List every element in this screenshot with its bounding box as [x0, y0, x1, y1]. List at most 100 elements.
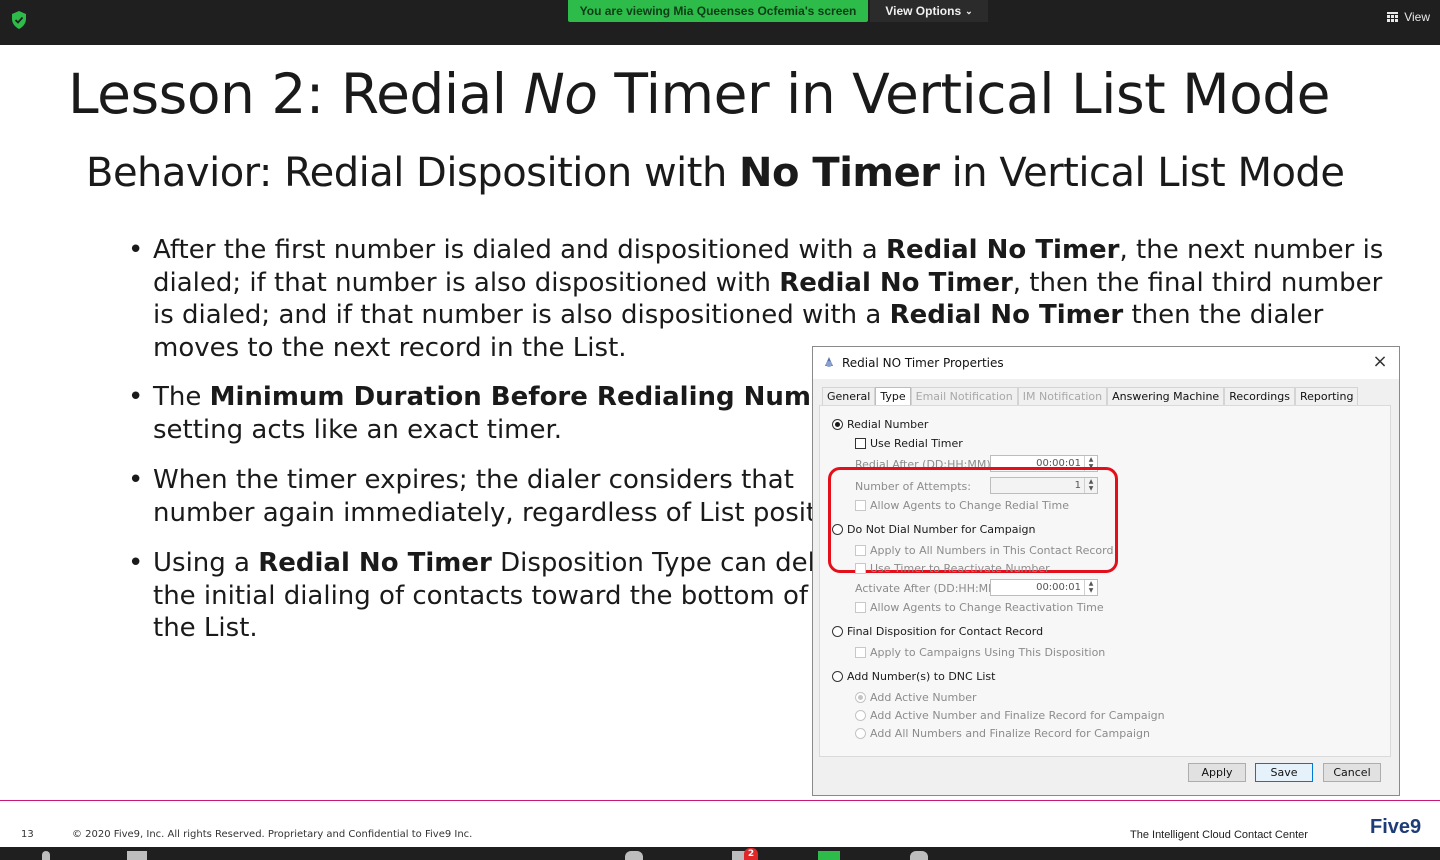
apply-button[interactable]: Apply — [1188, 763, 1246, 782]
radio-final-disposition[interactable] — [832, 626, 843, 637]
slide-subtitle: Behavior: Redial Disposition with No Tim… — [86, 150, 1345, 196]
add-all-finalize-option[interactable]: Add All Numbers and Finalize Record for … — [855, 727, 1150, 740]
view-button[interactable]: View — [1387, 10, 1430, 24]
radio-add-active[interactable] — [855, 692, 866, 703]
redial-number-option[interactable]: Redial Number — [832, 418, 928, 431]
radio-add-active-finalize[interactable] — [855, 710, 866, 721]
close-icon[interactable]: × — [1371, 353, 1389, 371]
page-number: 13 — [21, 829, 34, 840]
subtitle-part-2: in Vertical List Mode — [939, 150, 1345, 196]
use-redial-timer-option[interactable]: Use Redial Timer — [855, 437, 963, 450]
allow-change-reactivation-option[interactable]: Allow Agents to Change Reactivation Time — [855, 601, 1104, 614]
copyright-text: © 2020 Five9, Inc. All rights Reserved. … — [72, 829, 473, 840]
subtitle-bold: No Timer — [739, 150, 940, 196]
activate-after-spinner[interactable]: 00:00:01 ▲ ▼ — [990, 579, 1098, 596]
tab-recordings[interactable]: Recordings — [1224, 387, 1295, 406]
bullet-4-line-2: the initial dialing of contacts toward t… — [153, 580, 809, 611]
bullet-dot: • — [128, 382, 144, 412]
apply-all-numbers-option[interactable]: Apply to All Numbers in This Contact Rec… — [855, 544, 1113, 557]
bullet-4-line-1: Using a Redial No Timer Disposition Type… — [153, 548, 847, 578]
add-all-finalize-label: Add All Numbers and Finalize Record for … — [870, 727, 1150, 740]
checkbox-apply-all-numbers[interactable] — [855, 545, 866, 556]
video-icon[interactable] — [127, 851, 147, 860]
radio-redial-number[interactable] — [832, 419, 843, 430]
view-label: View — [1404, 10, 1430, 24]
tab-email-notification: Email Notification — [910, 387, 1018, 406]
spinner-arrows-icon[interactable]: ▲ ▼ — [1084, 580, 1097, 595]
tab-general[interactable]: General — [822, 387, 876, 406]
subtitle-part-1: Behavior: Redial Disposition with — [86, 150, 740, 196]
zoom-bottom-toolbar — [0, 847, 1440, 860]
view-options-label: View Options — [885, 4, 962, 18]
activate-after-label: Activate After (DD:HH:MM): — [855, 582, 1006, 595]
apply-campaigns-label: Apply to Campaigns Using This Dispositio… — [870, 646, 1106, 659]
dialog-tabs: General Type Email Notification IM Notif… — [822, 387, 1359, 407]
share-screen-icon[interactable] — [818, 851, 840, 860]
add-active-finalize-option[interactable]: Add Active Number and Finalize Record fo… — [855, 709, 1165, 722]
tab-type[interactable]: Type — [875, 387, 911, 407]
dialog-titlebar: Redial NO Timer Properties × — [813, 347, 1399, 379]
use-redial-timer-label: Use Redial Timer — [870, 437, 963, 450]
radio-add-dnc[interactable] — [832, 671, 843, 682]
bullet-4-line-3: the List. — [153, 613, 258, 643]
view-options-button[interactable]: View Options ⌄ — [870, 0, 988, 22]
radio-add-all-finalize[interactable] — [855, 728, 866, 739]
cancel-button[interactable]: Cancel — [1323, 763, 1381, 782]
save-button[interactable]: Save — [1255, 763, 1313, 782]
tab-im-notification: IM Notification — [1017, 387, 1108, 406]
participants-icon[interactable] — [625, 851, 643, 860]
tab-answering-machine[interactable]: Answering Machine — [1107, 387, 1225, 406]
redial-number-label: Redial Number — [847, 418, 929, 431]
bullet-dot: • — [128, 235, 144, 265]
allow-change-reactivation-label: Allow Agents to Change Reactivation Time — [870, 601, 1104, 614]
reactions-icon[interactable] — [910, 851, 928, 860]
use-timer-reactivate-label: Use Timer to Reactivate Number — [870, 562, 1050, 575]
tab-reporting[interactable]: Reporting — [1294, 387, 1359, 406]
screen-share-banner: You are viewing Mia Queenses Ocfemia's s… — [568, 0, 868, 22]
add-active-label: Add Active Number — [870, 691, 977, 704]
add-active-option[interactable]: Add Active Number — [855, 691, 977, 704]
security-shield-icon[interactable] — [11, 11, 27, 29]
radio-do-not-dial[interactable] — [832, 524, 843, 535]
do-not-dial-option[interactable]: Do Not Dial Number for Campaign — [832, 523, 1035, 536]
bullet-2-line-1: The Minimum Duration Before Redialing Nu… — [153, 382, 861, 412]
bullet-3-line-1: When the timer expires; the dialer consi… — [153, 465, 794, 495]
bullet-3-line-2: number again immediately, regardless of … — [153, 497, 865, 528]
bullet-1-line-1: After the first number is dialed and dis… — [153, 235, 1384, 265]
do-not-dial-label: Do Not Dial Number for Campaign — [847, 523, 1036, 536]
title-part-1: Lesson 2: Redial — [68, 62, 524, 126]
footer-divider — [0, 800, 1440, 801]
highlight-annotation — [828, 467, 1118, 573]
add-active-finalize-label: Add Active Number and Finalize Record fo… — [870, 709, 1165, 722]
title-italic: No — [523, 62, 598, 126]
checkbox-use-redial-timer[interactable] — [855, 438, 866, 449]
apply-all-numbers-label: Apply to All Numbers in This Contact Rec… — [870, 544, 1114, 557]
checkbox-apply-campaigns[interactable] — [855, 647, 866, 658]
bullet-dot: • — [128, 465, 144, 495]
checkbox-allow-change-reactivation[interactable] — [855, 602, 866, 613]
slide-title: Lesson 2: Redial No Timer in Vertical Li… — [68, 62, 1330, 126]
apply-campaigns-option[interactable]: Apply to Campaigns Using This Dispositio… — [855, 646, 1105, 659]
dialog-title: Redial NO Timer Properties — [842, 356, 1004, 370]
redial-properties-dialog: Redial NO Timer Properties × General Typ… — [812, 346, 1400, 796]
title-part-2: Timer in Vertical List Mode — [597, 62, 1330, 126]
notification-badge: 2 — [744, 848, 758, 860]
microphone-icon[interactable] — [42, 851, 50, 860]
activate-after-value: 00:00:01 — [1036, 582, 1081, 593]
use-timer-reactivate-option[interactable]: Use Timer to Reactivate Number — [855, 562, 1050, 575]
grid-view-icon — [1387, 12, 1399, 22]
app-icon — [825, 357, 833, 367]
chevron-down-icon: ⌄ — [965, 5, 973, 16]
tagline: The Intelligent Cloud Contact Center — [1130, 829, 1308, 841]
type-tab-panel: Redial Number Use Redial Timer Redial Af… — [819, 405, 1391, 757]
add-dnc-label: Add Number(s) to DNC List — [847, 670, 996, 683]
checkbox-use-timer-reactivate[interactable] — [855, 563, 866, 574]
final-disposition-option[interactable]: Final Disposition for Contact Record — [832, 625, 1043, 638]
bullet-1-line-3: is dialed; and if that number is also di… — [153, 300, 1324, 330]
zoom-top-bar: You are viewing Mia Queenses Ocfemia's s… — [0, 0, 1440, 45]
five9-logo: Five9 — [1370, 816, 1422, 838]
bullet-dot: • — [128, 548, 144, 578]
final-disposition-label: Final Disposition for Contact Record — [847, 625, 1044, 638]
bullet-2-line-2: setting acts like an exact timer. — [153, 414, 563, 445]
add-dnc-option[interactable]: Add Number(s) to DNC List — [832, 670, 995, 683]
